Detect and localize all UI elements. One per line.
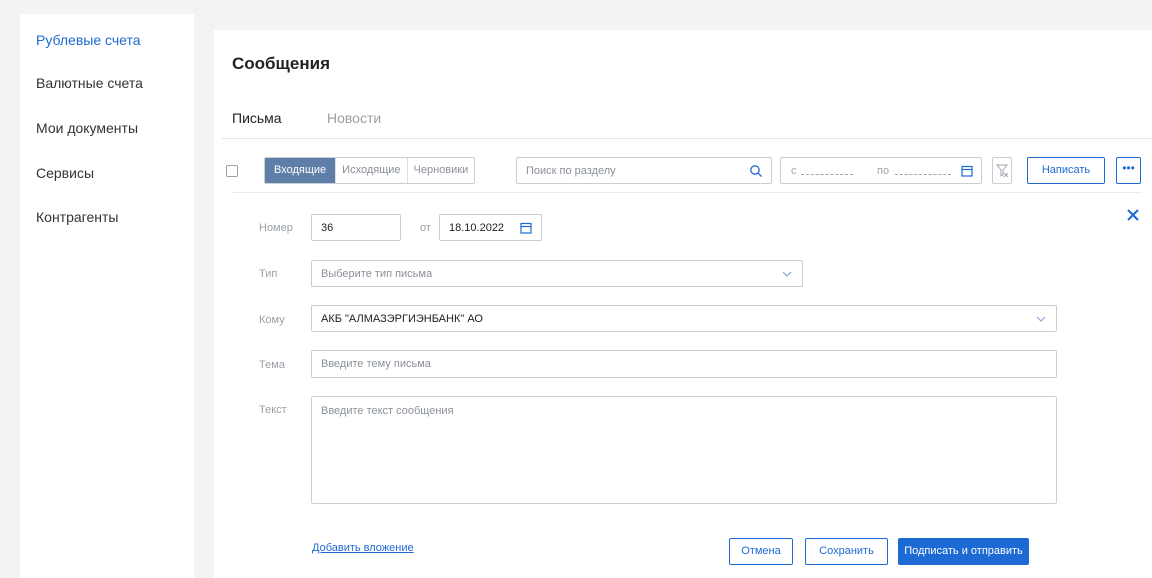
- cancel-button[interactable]: Отмена: [729, 538, 793, 565]
- type-select[interactable]: Выберите тип письма: [311, 260, 803, 287]
- type-label: Тип: [259, 268, 278, 280]
- subject-field[interactable]: [311, 350, 1057, 378]
- close-icon[interactable]: [1126, 208, 1140, 222]
- chevron-down-icon: [782, 271, 792, 277]
- sidebar: Рублевые счета Валютные счета Мои докуме…: [20, 14, 194, 578]
- select-all-checkbox[interactable]: [226, 165, 238, 177]
- add-attachment-link[interactable]: Добавить вложение: [312, 542, 414, 554]
- page-title: Сообщения: [232, 54, 330, 73]
- divider: [222, 138, 1152, 139]
- recipient-value: АКБ "АЛМАЗЭРГИЭНБАНК" АО: [321, 313, 483, 325]
- number-input[interactable]: [312, 215, 400, 240]
- number-field[interactable]: [311, 214, 401, 241]
- divider: [232, 192, 1142, 193]
- message-text-field[interactable]: [311, 396, 1057, 504]
- tab-news[interactable]: Новости: [327, 110, 381, 126]
- sidebar-item-my-documents[interactable]: Мои документы: [36, 120, 138, 136]
- number-label: Номер: [259, 222, 293, 234]
- recipient-select[interactable]: АКБ "АЛМАЗЭРГИЭНБАНК" АО: [311, 305, 1057, 332]
- clear-filter-button[interactable]: [992, 157, 1012, 184]
- message-textarea[interactable]: [312, 397, 1056, 503]
- search-box: [516, 157, 772, 184]
- date-range-filter[interactable]: с по: [780, 157, 982, 184]
- text-label: Текст: [259, 404, 287, 416]
- save-button[interactable]: Сохранить: [805, 538, 888, 565]
- date-value: 18.10.2022: [449, 222, 505, 234]
- search-icon[interactable]: [749, 164, 763, 178]
- date-field[interactable]: 18.10.2022: [439, 214, 542, 241]
- sign-and-send-button[interactable]: Подписать и отправить: [898, 538, 1029, 565]
- sidebar-item-rub-accounts[interactable]: Рублевые счета: [36, 32, 141, 48]
- sidebar-item-counterparties[interactable]: Контрагенты: [36, 209, 118, 225]
- more-button[interactable]: •••: [1116, 157, 1141, 184]
- type-placeholder: Выберите тип письма: [321, 268, 433, 280]
- sidebar-item-currency-accounts[interactable]: Валютные счета: [36, 75, 143, 91]
- date-from-input[interactable]: [801, 174, 853, 175]
- subject-label: Тема: [259, 359, 285, 371]
- write-button[interactable]: Написать: [1027, 157, 1105, 184]
- sidebar-item-services[interactable]: Сервисы: [36, 165, 94, 181]
- calendar-icon[interactable]: [520, 222, 532, 234]
- date-from-label: с: [791, 165, 797, 177]
- search-input[interactable]: [517, 158, 737, 183]
- segment-inbox[interactable]: Входящие: [265, 158, 336, 183]
- messages-panel: Сообщения Письма Новости Входящие Исходя…: [214, 30, 1152, 578]
- date-to-label: по: [877, 165, 890, 177]
- subject-input[interactable]: [312, 351, 1056, 377]
- recipient-label: Кому: [259, 314, 285, 326]
- segment-drafts[interactable]: Черновики: [406, 158, 475, 183]
- chevron-down-icon: [1036, 316, 1046, 322]
- filter-clear-icon: [996, 164, 1009, 178]
- segment-outbox[interactable]: Исходящие: [335, 158, 407, 183]
- folder-switcher: Входящие Исходящие Черновики: [264, 157, 476, 184]
- date-from-word: от: [420, 222, 431, 234]
- calendar-icon[interactable]: [961, 165, 973, 177]
- tab-letters[interactable]: Письма: [232, 110, 282, 126]
- date-to-input[interactable]: [895, 174, 951, 175]
